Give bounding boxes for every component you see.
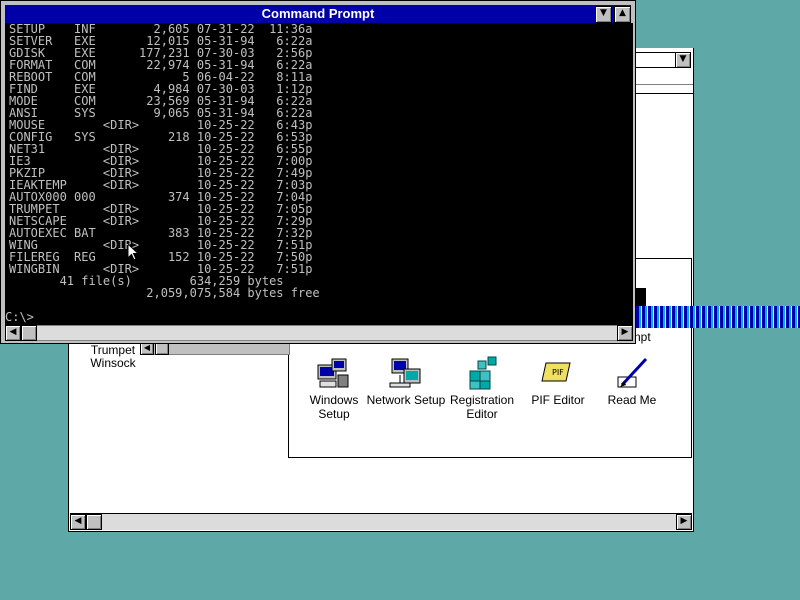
program-item-network-setup[interactable]: Network Setup [365, 355, 447, 407]
svg-text:PIF: PIF [552, 368, 564, 377]
scroll-right-button[interactable]: ▶ [617, 325, 633, 341]
console-horizontal-scrollbar[interactable]: ◀ ▶ [5, 325, 633, 341]
scroll-left-button[interactable]: ◀ [70, 514, 86, 530]
scroll-track[interactable] [86, 514, 676, 530]
scroll-thumb[interactable] [86, 514, 102, 530]
maximize-button[interactable]: ▲ [614, 6, 631, 23]
console-screen[interactable]: SETUP INF 2,605 07-31-22 11:36a SETVER E… [5, 23, 633, 325]
program-item-label: Windows Setup [309, 393, 359, 421]
network-setup-icon [388, 355, 424, 391]
window-title[interactable]: Command Prompt [5, 5, 631, 23]
command-prompt-window[interactable]: Command Prompt ▼ ▲ SETUP INF 2,605 07-31… [0, 0, 636, 344]
divider [633, 84, 693, 85]
registration-editor-icon [464, 355, 500, 391]
dropdown-button[interactable]: ▼ [675, 52, 691, 68]
program-item-read-me[interactable]: Read Me [591, 355, 673, 407]
windows-setup-icon [316, 355, 352, 391]
console-prompt[interactable]: C:\> [5, 310, 34, 324]
pif-editor-icon: PIF [540, 355, 576, 391]
program-item-label: Read Me [607, 393, 657, 407]
scroll-track[interactable] [21, 325, 617, 341]
dropdown[interactable]: ▼ [633, 52, 691, 68]
scroll-right-button[interactable]: ▶ [676, 514, 692, 530]
horizontal-scrollbar[interactable]: ◀ ▶ [70, 513, 692, 530]
program-item-registration-editor[interactable]: Registration Editor [441, 355, 523, 421]
program-item-pif-editor[interactable]: PIF PIF Editor [517, 355, 599, 407]
partial-label: npt [634, 330, 651, 344]
read-me-icon [614, 355, 650, 391]
directory-listing: SETUP INF 2,605 07-31-22 11:36a SETVER E… [9, 23, 320, 300]
program-item-label: Registration Editor [449, 393, 515, 421]
scroll-left-button[interactable]: ◀ [5, 325, 21, 341]
minimize-button[interactable]: ▼ [595, 6, 612, 23]
program-item-windows-setup[interactable]: Windows Setup [293, 355, 375, 421]
program-item-label: Network Setup [366, 393, 446, 407]
trumpet-winsock-label[interactable]: Trumpet Winsock [78, 344, 148, 370]
mouse-cursor-icon [128, 244, 140, 261]
graphics-artifact-stripe [636, 306, 800, 328]
program-item-label: PIF Editor [531, 393, 585, 407]
scroll-thumb[interactable] [21, 325, 37, 341]
